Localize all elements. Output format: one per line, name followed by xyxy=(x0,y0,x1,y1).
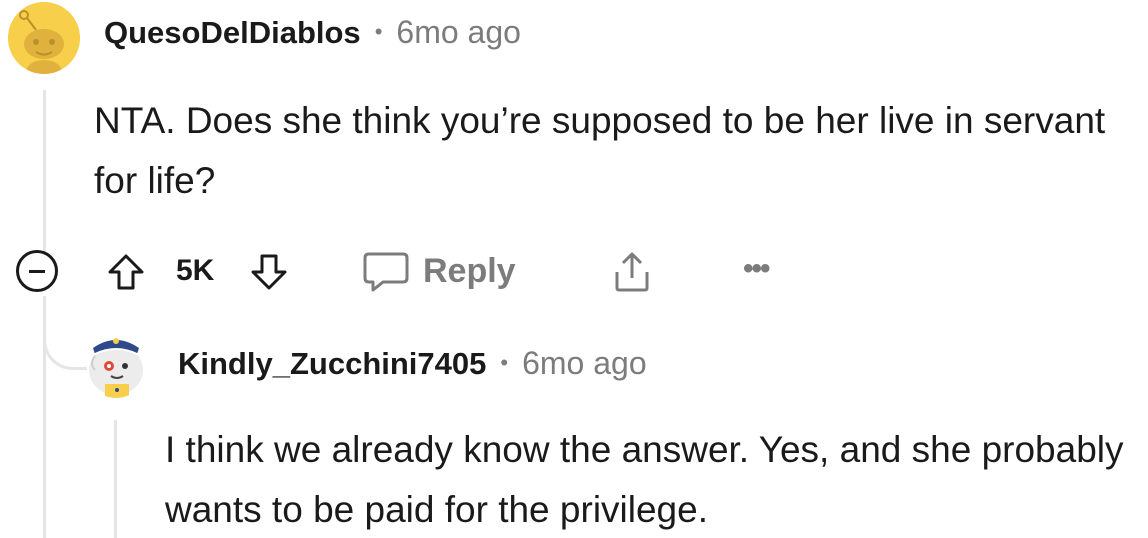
vote-count: 5K xyxy=(176,254,215,287)
reply-label: Reply xyxy=(423,251,516,290)
timestamp[interactable]: 6mo ago xyxy=(522,345,647,382)
share-button[interactable] xyxy=(609,250,655,294)
comment-body: I think we already know the answer. Yes,… xyxy=(165,429,1124,530)
comment-header: QuesoDelDiablos • 6mo ago xyxy=(104,14,521,51)
reply-button[interactable]: Reply xyxy=(361,248,516,294)
timestamp[interactable]: 6mo ago xyxy=(396,14,521,51)
snoo-avatar-icon xyxy=(8,2,80,74)
more-icon: ••• xyxy=(743,252,770,285)
more-options-button[interactable]: ••• xyxy=(743,252,770,286)
reply-connector xyxy=(43,318,87,370)
comment-thread: QuesoDelDiablos • 6mo ago NTA. Does she … xyxy=(0,0,1148,538)
downvote-icon xyxy=(251,254,287,290)
separator-dot: • xyxy=(374,19,383,44)
avatar[interactable] xyxy=(83,326,149,398)
thread-line[interactable] xyxy=(43,90,46,255)
username[interactable]: QuesoDelDiablos xyxy=(104,15,361,51)
collapse-icon xyxy=(29,269,45,273)
avatar[interactable] xyxy=(8,2,80,74)
downvote-button[interactable] xyxy=(249,252,289,292)
collapse-button[interactable] xyxy=(16,250,58,292)
username[interactable]: Kindly_Zucchini7405 xyxy=(178,346,486,382)
comment-header: Kindly_Zucchini7405 • 6mo ago xyxy=(178,345,647,382)
comment-body: NTA. Does she think you’re supposed to b… xyxy=(94,100,1106,201)
upvote-button[interactable] xyxy=(106,252,146,292)
upvote-icon xyxy=(108,254,144,290)
reply-icon xyxy=(363,252,409,292)
thread-line-reply[interactable] xyxy=(114,420,117,538)
snoo-sailor-avatar-icon xyxy=(89,338,143,398)
share-icon xyxy=(615,252,649,292)
separator-dot: • xyxy=(500,350,509,375)
